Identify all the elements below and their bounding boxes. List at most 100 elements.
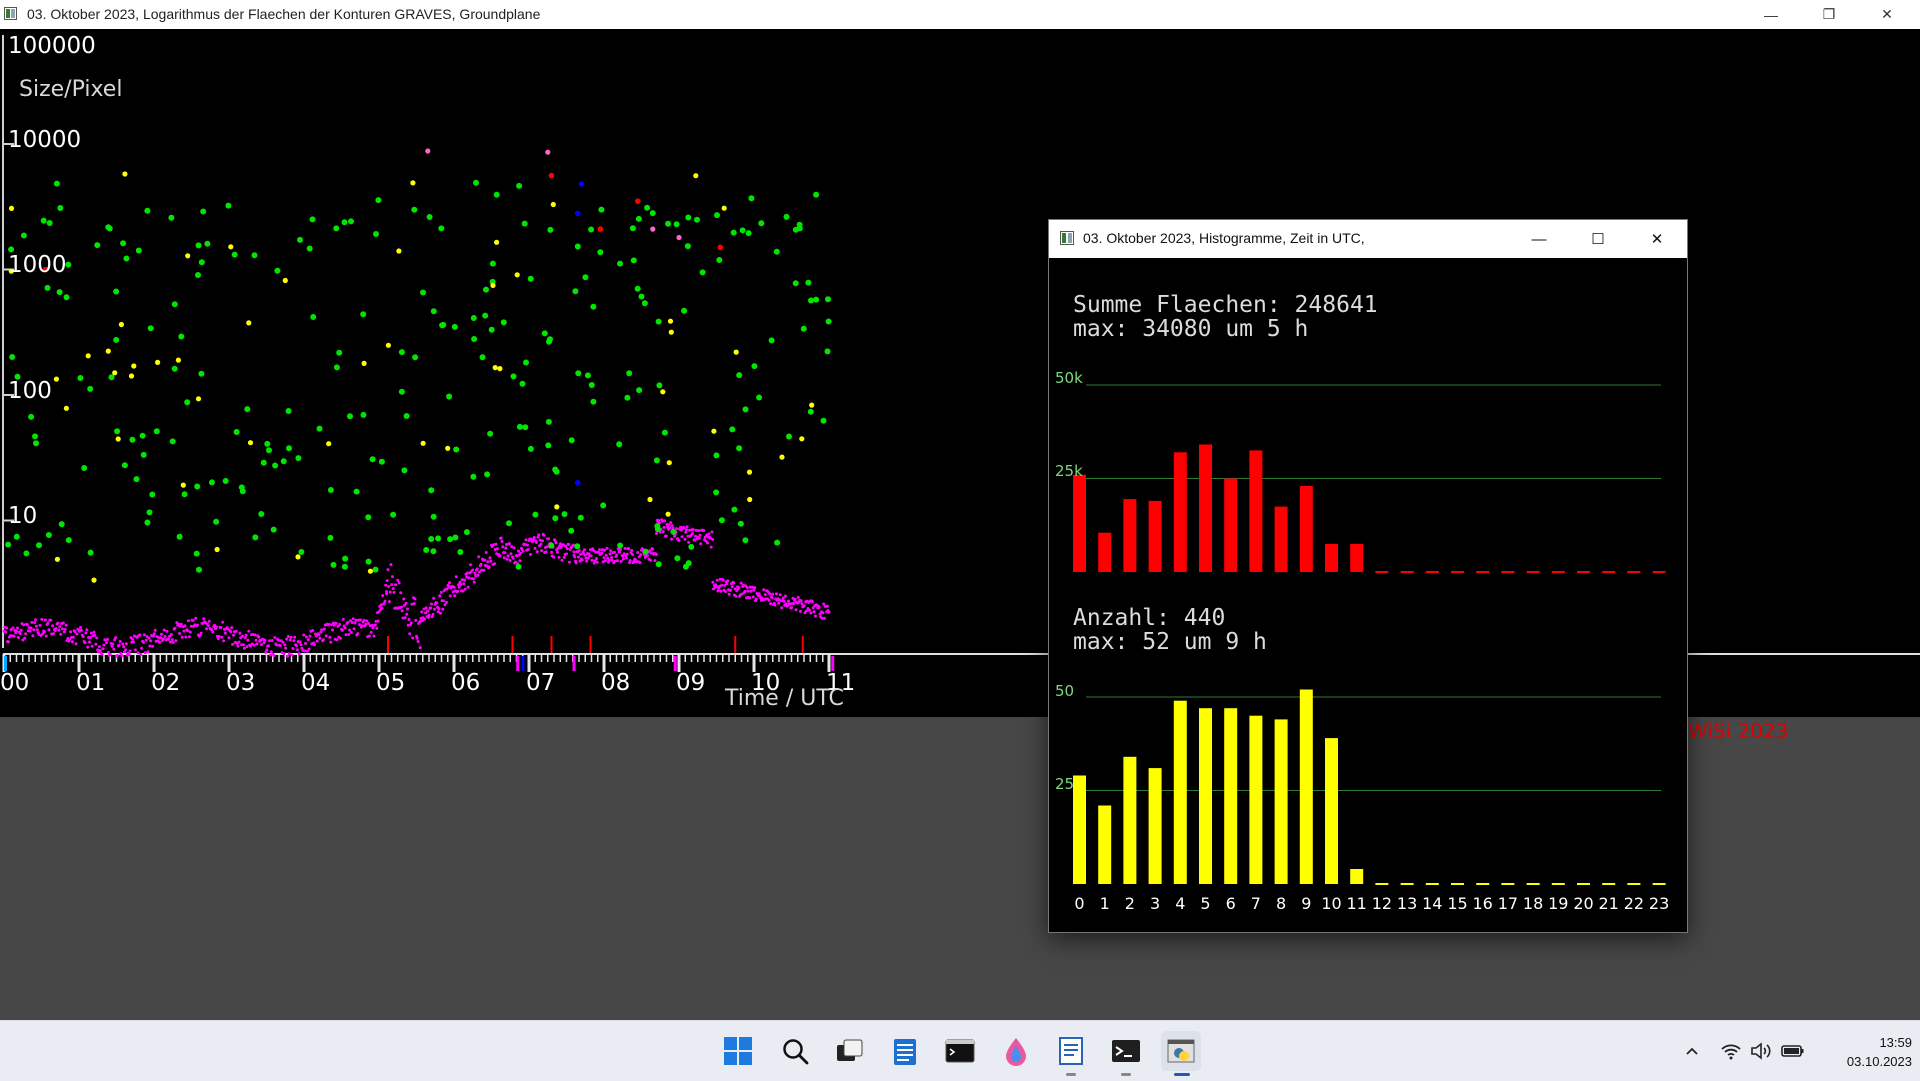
magenta-point [158,640,162,644]
magenta-point [775,592,778,596]
maximize-button[interactable]: ☐ [1570,220,1626,258]
green-point [193,550,200,557]
paint-icon[interactable] [996,1031,1036,1071]
wifi-icon[interactable] [1720,1021,1742,1081]
magenta-point [142,640,145,644]
green-point [298,549,305,555]
yellow-point [118,321,124,328]
battery-icon[interactable] [1781,1021,1805,1081]
green-point [139,432,146,439]
area-bar [1098,532,1112,572]
magenta-point [792,602,796,605]
magenta-point [298,640,302,644]
yellow-point [63,405,69,411]
yellow-point [282,277,288,284]
magenta-point [669,521,673,525]
green-point [369,456,376,463]
notepad-icon[interactable] [885,1031,925,1071]
magenta-point [174,639,178,643]
green-point [510,373,517,380]
magenta-point [211,630,215,634]
green-point [713,489,720,496]
red-point [548,172,555,179]
magenta-point [427,613,431,617]
green-point [800,325,807,332]
green-point [470,473,477,480]
green-point [428,487,435,494]
magenta-point [146,650,150,654]
magenta-point [707,532,711,536]
magenta-point [132,640,136,644]
task-view-icon[interactable] [830,1031,870,1071]
volume-icon[interactable] [1750,1021,1772,1081]
magenta-point [565,552,568,556]
magenta-point [222,639,226,643]
magenta-point [324,634,328,638]
yellow-point [711,428,717,434]
magenta-point [784,594,787,598]
python-icon[interactable] [1161,1031,1201,1076]
magenta-point [70,640,74,644]
magenta-point [499,536,503,540]
clock-date: 03.10.2023 [1846,1054,1912,1069]
yellow-point [779,454,785,460]
magenta-point [322,627,326,631]
magenta-point [823,616,826,620]
yellow-point [155,359,161,365]
green-point [272,462,279,469]
magenta-point [89,631,93,635]
histogram-title-bar[interactable]: 03. Oktober 2023, Histogramme, Zeit in U… [1049,220,1687,258]
terminal-icon[interactable] [940,1031,980,1071]
chevron-up-icon[interactable] [1684,1021,1700,1081]
green-point [390,511,397,518]
magenta-point [430,602,433,606]
yellow-point [112,370,118,376]
magenta-point [205,627,208,631]
clock[interactable]: 13:59 03.10.2023 [1812,1033,1912,1071]
hour-label: 2 [1124,894,1135,913]
magenta-point [511,556,515,560]
magenta-point [97,645,101,649]
count-bar [1073,775,1086,884]
hour-label: 18 [1522,894,1544,913]
close-button[interactable]: ✕ [1864,0,1910,29]
magenta-point [457,585,461,589]
green-point [347,413,353,420]
search-icon[interactable] [775,1031,815,1071]
red-point [597,226,604,232]
magenta-point [724,590,727,593]
start-icon[interactable] [718,1031,758,1071]
powershell-icon[interactable] [1106,1031,1146,1076]
y-tick-label: 100 [8,378,52,404]
main-title-bar[interactable]: 03. Oktober 2023, Logarithmus der Flaech… [0,0,1920,29]
magenta-point [547,537,550,541]
minimize-button[interactable]: — [1511,220,1567,258]
magenta-point [255,642,259,646]
green-point [447,536,454,543]
magenta-point [729,588,733,592]
magenta-point [565,547,569,551]
green-point [483,286,489,293]
yellow-point [497,366,503,372]
magenta-point [277,638,280,642]
wordpad-icon[interactable] [1051,1031,1091,1076]
magenta-point [188,630,192,634]
magenta-point [512,546,516,550]
magenta-point [315,639,319,643]
area-bar [1299,486,1313,572]
pink-point [425,148,431,154]
magenta-point [24,632,28,636]
close-button[interactable]: ✕ [1629,220,1685,258]
restore-button[interactable]: ❐ [1806,0,1852,29]
magenta-point [649,558,652,562]
green-point [53,180,60,187]
magenta-point [817,606,821,609]
magenta-point [486,560,490,564]
magenta-point [75,632,79,636]
green-point [200,208,207,215]
yellow-point [733,349,739,355]
minimize-button[interactable]: — [1748,0,1794,29]
count-text: Anzahl: 440 [1073,605,1226,631]
magenta-point [384,583,388,587]
magenta-point [385,579,389,583]
